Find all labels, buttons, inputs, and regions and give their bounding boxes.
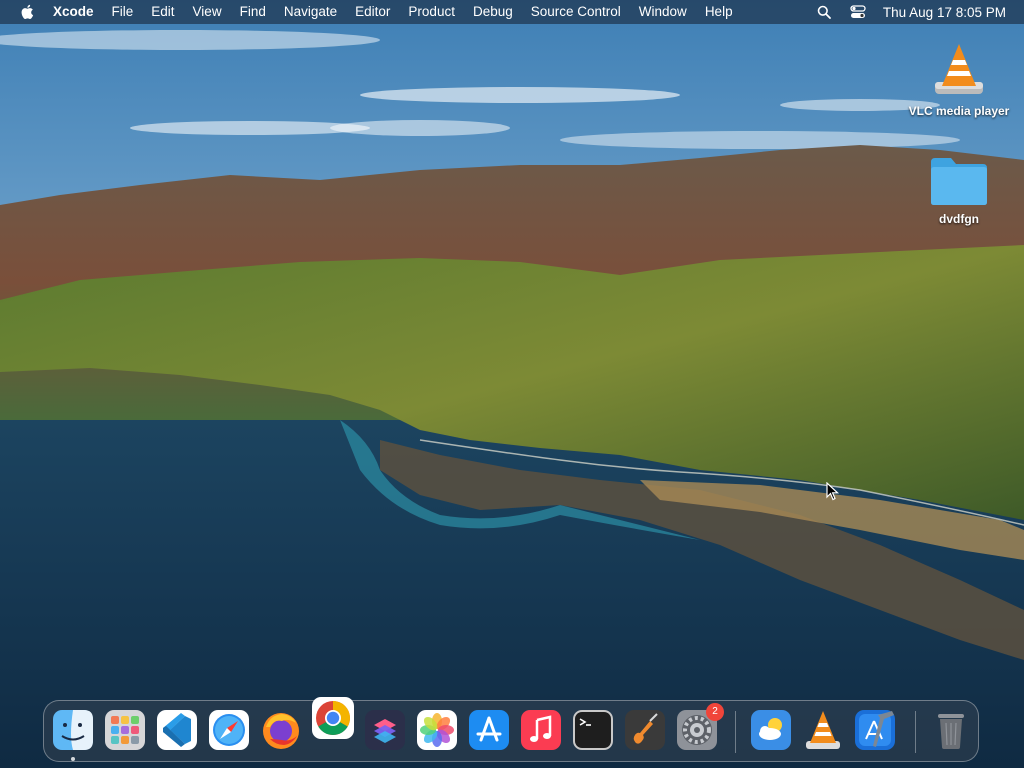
safari-icon	[209, 710, 249, 750]
desktop-icon-vlc[interactable]: VLC media player	[899, 36, 1019, 118]
terminal-icon	[573, 710, 613, 750]
dock-separator	[735, 711, 736, 753]
chrome-icon	[312, 697, 354, 739]
notification-badge: 2	[706, 703, 724, 721]
menu-bar-clock[interactable]: Thu Aug 17 8:05 PM	[875, 5, 1024, 20]
menu-app-name[interactable]: Xcode	[44, 0, 103, 24]
dock-app-store[interactable]	[468, 709, 510, 751]
menu-help[interactable]: Help	[696, 0, 742, 24]
finder-icon	[53, 710, 93, 750]
mouse-cursor-icon	[826, 481, 840, 502]
music-icon	[521, 710, 561, 750]
menu-window[interactable]: Window	[630, 0, 696, 24]
shortcuts-icon	[365, 710, 405, 750]
apple-menu-icon[interactable]	[18, 3, 36, 21]
dock-trash[interactable]	[930, 709, 972, 751]
dock: 2	[43, 697, 979, 762]
dock-launchpad[interactable]	[104, 709, 146, 751]
dock-photos[interactable]	[416, 709, 458, 751]
launchpad-icon	[105, 710, 145, 750]
control-center-icon[interactable]	[849, 3, 867, 21]
dock-music[interactable]	[520, 709, 562, 751]
photos-icon	[417, 710, 457, 750]
app-store-icon	[469, 710, 509, 750]
menu-editor[interactable]: Editor	[346, 0, 399, 24]
vscode-icon	[157, 710, 197, 750]
desktop-icon-label: VLC media player	[908, 104, 1010, 118]
menu-bar: Xcode File Edit View Find Navigate Edito…	[0, 0, 1024, 24]
dock-garageband[interactable]	[624, 709, 666, 751]
xcode-icon	[855, 710, 895, 750]
vlc-cone-icon	[806, 711, 840, 749]
trash-icon	[938, 714, 964, 749]
garageband-icon	[625, 710, 665, 750]
dock-safari[interactable]	[208, 709, 250, 751]
dock-terminal[interactable]	[572, 709, 614, 751]
menu-view[interactable]: View	[184, 0, 231, 24]
desktop-wallpaper	[0, 0, 1024, 768]
firefox-icon	[263, 713, 299, 749]
dock-system-preferences[interactable]: 2	[676, 703, 724, 751]
menu-navigate[interactable]: Navigate	[275, 0, 346, 24]
dock-xcode[interactable]	[854, 709, 896, 751]
weather-icon	[751, 710, 791, 750]
dock-separator	[915, 711, 916, 753]
dock-vlc[interactable]	[802, 709, 844, 751]
menu-product[interactable]: Product	[399, 0, 464, 24]
desktop-icon-label: dvdfgn	[939, 212, 979, 226]
menu-file[interactable]: File	[103, 0, 143, 24]
menu-debug[interactable]: Debug	[464, 0, 522, 24]
dock-weather[interactable]	[750, 709, 792, 751]
vlc-cone-icon	[928, 36, 990, 98]
menu-source-control[interactable]: Source Control	[522, 0, 630, 24]
menu-bar-status-area: Thu Aug 17 8:05 PM	[807, 0, 1024, 24]
menu-edit[interactable]: Edit	[142, 0, 183, 24]
dock-chrome[interactable]	[312, 697, 354, 739]
desktop-icon-folder[interactable]: dvdfgn	[899, 152, 1019, 226]
folder-icon	[928, 152, 990, 206]
running-indicator	[71, 757, 75, 761]
menu-find[interactable]: Find	[231, 0, 275, 24]
dock-firefox[interactable]	[260, 709, 302, 751]
dock-finder[interactable]	[52, 709, 94, 751]
dock-shortcuts[interactable]	[364, 709, 406, 751]
dock-vscode[interactable]	[156, 709, 198, 751]
search-icon[interactable]	[815, 3, 833, 21]
